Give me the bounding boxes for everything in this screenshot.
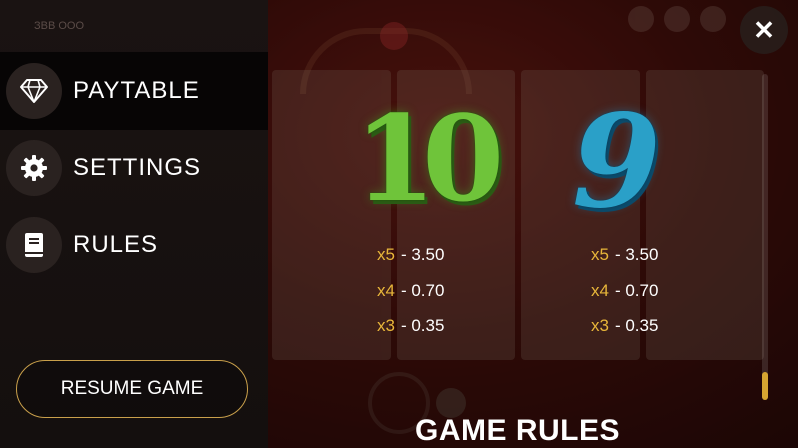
gear-icon bbox=[6, 140, 62, 196]
payout-value: - 0.35 bbox=[400, 316, 445, 335]
paytable-panel bbox=[268, 0, 798, 448]
scrollbar-track[interactable] bbox=[762, 74, 768, 400]
payout-multiplier: x3 bbox=[591, 316, 609, 335]
game-rules-heading: GAME RULES bbox=[415, 414, 621, 447]
payout-row: x5 - 3.50 bbox=[377, 245, 444, 265]
payout-multiplier: x3 bbox=[377, 316, 395, 335]
symbol-nine: 9 bbox=[572, 87, 662, 237]
sidebar-item-label: RULES bbox=[73, 231, 159, 258]
payout-row: x4 - 0.70 bbox=[591, 281, 658, 301]
book-icon bbox=[6, 217, 62, 273]
payout-multiplier: x5 bbox=[591, 245, 609, 264]
resume-game-button[interactable]: RESUME GAME bbox=[16, 360, 248, 418]
payout-multiplier: x4 bbox=[591, 281, 609, 300]
payout-multiplier: x4 bbox=[377, 281, 395, 300]
payout-value: - 0.70 bbox=[400, 281, 445, 300]
payout-value: - 3.50 bbox=[400, 245, 445, 264]
payout-row: x4 - 0.70 bbox=[377, 281, 444, 301]
sidebar-item-label: SETTINGS bbox=[73, 154, 202, 181]
payout-row: x3 - 0.35 bbox=[377, 316, 444, 336]
payout-value: - 0.70 bbox=[614, 281, 659, 300]
payout-row: x3 - 0.35 bbox=[591, 316, 658, 336]
sidebar-item-paytable[interactable]: PAYTABLE bbox=[0, 52, 268, 130]
payout-value: - 3.50 bbox=[614, 245, 659, 264]
sidebar-top-label: ЗВВ ООО bbox=[34, 20, 85, 32]
payout-value: - 0.35 bbox=[614, 316, 659, 335]
payout-row: x5 - 3.50 bbox=[591, 245, 658, 265]
scrollbar-thumb[interactable] bbox=[762, 372, 768, 400]
sidebar-item-rules[interactable]: RULES bbox=[0, 206, 268, 284]
diamond-icon bbox=[6, 63, 62, 119]
symbol-ten: 10 bbox=[354, 89, 504, 228]
close-button[interactable]: ✕ bbox=[740, 6, 788, 54]
sidebar-item-settings[interactable]: SETTINGS bbox=[0, 129, 268, 207]
close-icon: ✕ bbox=[753, 14, 775, 45]
payout-multiplier: x5 bbox=[377, 245, 395, 264]
sidebar-item-label: PAYTABLE bbox=[73, 77, 200, 104]
sidebar-menu: ЗВВ ООО PAYTABLE SETTINGS RULES RESUME G… bbox=[0, 0, 268, 448]
